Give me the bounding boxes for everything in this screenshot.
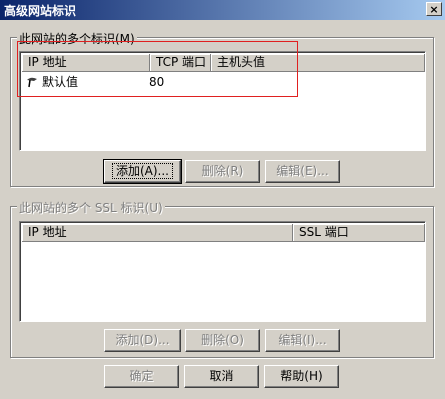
identity-row[interactable]: 默认值 80 bbox=[22, 74, 422, 90]
ok-button[interactable]: 确定 bbox=[104, 365, 179, 388]
identities-list[interactable]: IP 地址 TCP 端口 主机头值 默认值 80 bbox=[19, 51, 426, 151]
column-ip-address[interactable]: IP 地址 bbox=[22, 54, 150, 72]
ssl-identities-list-header: IP 地址 SSL 端口 bbox=[22, 224, 425, 242]
ssl-identities-group-label: 此网站的多个 SSL 标识(U) bbox=[17, 199, 165, 216]
remove-ssl-identity-button[interactable]: 删除(O) bbox=[185, 329, 260, 352]
ssl-identities-list[interactable]: IP 地址 SSL 端口 bbox=[19, 221, 426, 322]
identity-ip-value: 默认值 bbox=[42, 75, 79, 89]
help-button[interactable]: 帮助(H) bbox=[264, 365, 339, 388]
website-icon bbox=[26, 76, 40, 92]
cancel-button[interactable]: 取消 bbox=[184, 365, 259, 388]
identities-list-header: IP 地址 TCP 端口 主机头值 bbox=[22, 54, 425, 72]
identities-group-label: 此网站的多个标识(M) bbox=[17, 30, 137, 47]
add-ssl-identity-button[interactable]: 添加(D)... bbox=[104, 329, 181, 352]
title-bar[interactable]: 高级网站标识 × bbox=[0, 0, 445, 20]
edit-ssl-identity-button[interactable]: 编辑(I)... bbox=[265, 329, 340, 352]
column-ssl-ip-address[interactable]: IP 地址 bbox=[22, 224, 293, 242]
column-tcp-port[interactable]: TCP 端口 bbox=[150, 54, 211, 72]
close-icon: × bbox=[429, 3, 439, 16]
identity-port-value: 80 bbox=[149, 75, 165, 89]
close-button[interactable]: × bbox=[426, 2, 442, 16]
add-identity-button[interactable]: 添加(A)... bbox=[103, 159, 182, 184]
remove-identity-button[interactable]: 删除(R) bbox=[185, 160, 260, 183]
edit-identity-button[interactable]: 编辑(E)... bbox=[265, 160, 340, 183]
column-host-header[interactable]: 主机头值 bbox=[211, 54, 425, 72]
window-title: 高级网站标识 bbox=[4, 4, 77, 18]
column-ssl-port[interactable]: SSL 端口 bbox=[293, 224, 425, 242]
